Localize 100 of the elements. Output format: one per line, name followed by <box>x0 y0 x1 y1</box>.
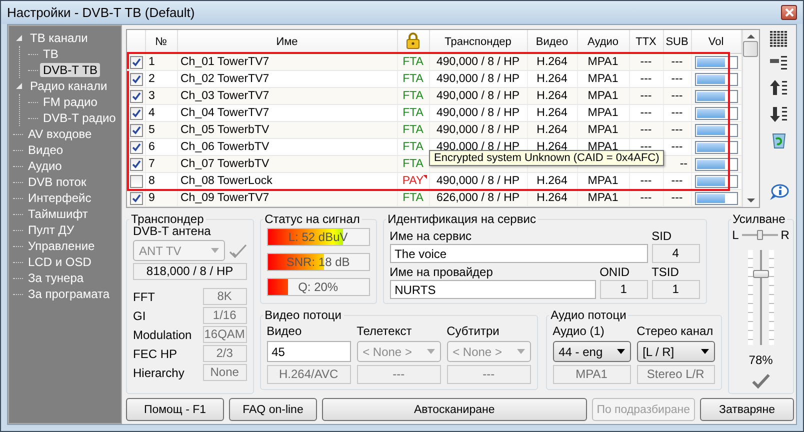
provider-field[interactable]: NURTS <box>390 280 596 299</box>
info-field: H.264/AVC <box>266 365 351 384</box>
sidebar-item[interactable]: Аудио <box>25 159 65 173</box>
sidebar-item[interactable]: DVB поток <box>25 175 90 189</box>
field-label: Име на провайдер <box>390 264 494 278</box>
column-header[interactable]: Vol <box>691 30 741 54</box>
sidebar-item[interactable]: ТВ канали <box>27 31 91 45</box>
input-field[interactable]: 45 <box>266 341 351 362</box>
field-label: Видео <box>266 324 303 338</box>
dropdown[interactable]: 44 - eng <box>552 341 631 362</box>
sidebar-item[interactable]: DVB-T ТВ <box>40 63 100 77</box>
table-cell: H.264 <box>527 122 577 138</box>
column-header[interactable]: Аудио <box>577 30 629 54</box>
table-cell: 490,000 / 8 / HP <box>429 54 527 70</box>
table-cell: --- <box>663 172 691 190</box>
sidebar-item[interactable]: Интерфейс <box>25 191 94 205</box>
sidebar-item[interactable]: За програмата <box>25 287 113 301</box>
access-label: FTA <box>402 192 424 204</box>
checkbox[interactable] <box>130 90 143 102</box>
move-down-icon[interactable] <box>770 105 788 123</box>
field-label: FFT <box>133 290 155 304</box>
volume-reading: 78% <box>748 353 773 368</box>
access-label: FTA <box>402 107 424 119</box>
table-cell: --- <box>663 54 691 70</box>
checkbox[interactable] <box>130 174 143 188</box>
table-cell: MPA1 <box>577 88 629 104</box>
table-cell: 7 <box>145 156 177 172</box>
scrollbar[interactable] <box>742 30 758 207</box>
checkbox[interactable] <box>130 158 143 170</box>
checkbox[interactable] <box>130 72 143 86</box>
button[interactable]: Помощ - F1 <box>126 398 224 421</box>
sidebar-item[interactable]: Таймшифт <box>25 207 91 221</box>
column-header[interactable]: Видео <box>527 30 577 54</box>
checkbox[interactable] <box>130 56 143 68</box>
checkbox[interactable] <box>130 192 143 204</box>
field-label: DVB-T антена <box>133 224 212 238</box>
sidebar-item[interactable]: За тунера <box>25 271 87 285</box>
scroll-up-icon[interactable] <box>746 34 754 39</box>
field-label: Субтитри <box>446 324 500 338</box>
checkbox[interactable] <box>130 106 143 120</box>
table-cell: H.264 <box>527 54 577 70</box>
sid-field: 4 <box>652 244 700 263</box>
table-cell: Ch_07 TowerbTV <box>177 156 397 172</box>
recycle-bin-icon[interactable] <box>770 131 786 149</box>
checkbox[interactable] <box>130 124 143 136</box>
table-cell: 490,000 / 8 / HP <box>429 122 527 138</box>
slider-thumb[interactable] <box>752 270 769 278</box>
panel-title: Статус на сигнал <box>264 212 361 226</box>
info-field: --- <box>356 365 441 384</box>
field-label: Hierarchy <box>133 366 184 380</box>
value-field: 2/3 <box>202 345 247 362</box>
list-icon[interactable] <box>770 55 788 71</box>
table-cell: --- <box>629 54 663 70</box>
column-header[interactable]: Транспондер <box>429 30 527 54</box>
button[interactable]: Затваряне <box>700 398 794 421</box>
frequency-field: 818,000 / 8 / HP <box>133 263 247 280</box>
table-cell: 490,000 / 8 / HP <box>429 172 527 190</box>
field-label: Телетекст <box>356 324 413 338</box>
table-cell: --- <box>629 172 663 190</box>
scroll-down-icon[interactable] <box>746 198 754 203</box>
column-header[interactable]: Име <box>177 30 397 54</box>
field-label: Име на сервис <box>390 228 473 242</box>
move-up-icon[interactable] <box>770 79 788 97</box>
checkbox[interactable] <box>130 140 143 154</box>
button[interactable]: FAQ on-line <box>229 398 317 421</box>
slider-thumb[interactable] <box>756 230 763 240</box>
sidebar-item[interactable]: Пулт ДУ <box>25 223 78 237</box>
grid-icon[interactable] <box>770 31 788 47</box>
service-name-field[interactable]: The voice <box>390 244 648 263</box>
button[interactable]: Автосканиране <box>322 398 587 421</box>
table-cell: Ch_01 TowerTV7 <box>177 54 397 70</box>
sidebar-item[interactable]: Радио канали <box>27 79 110 93</box>
sidebar-item[interactable]: Видео <box>25 143 66 157</box>
dropdown[interactable]: [L / R] <box>636 341 715 362</box>
checkmark-icon[interactable] <box>228 242 247 258</box>
caret-icon[interactable] <box>700 349 709 354</box>
tsid-field: 1 <box>652 280 700 299</box>
sidebar-item[interactable]: Управление <box>25 239 98 253</box>
table-cell: MPA1 <box>577 54 629 70</box>
table-cell: Ch_05 TowerbTV <box>177 122 397 138</box>
panel-title: Транспондер <box>130 212 205 226</box>
table-cell: H.264 <box>527 88 577 104</box>
sidebar-item[interactable]: LCD и OSD <box>25 255 94 269</box>
close-button[interactable] <box>781 5 797 20</box>
value-field: 8K <box>202 288 247 305</box>
table-cell: 1 <box>145 54 177 70</box>
sidebar-item[interactable]: AV входове <box>25 127 95 141</box>
info-icon[interactable] <box>768 183 788 201</box>
close-icon <box>784 8 794 17</box>
table-cell: --- <box>663 88 691 104</box>
sidebar-item[interactable]: FM радио <box>40 95 100 109</box>
table-cell: MPA1 <box>577 172 629 190</box>
sidebar-item[interactable]: ТВ <box>40 47 62 61</box>
panel-title: Идентификация на сервис <box>386 212 537 226</box>
info-field: Stereo L/R <box>636 365 715 384</box>
checkmark-icon[interactable] <box>752 373 770 389</box>
scroll-thumb[interactable] <box>743 41 758 57</box>
lock-icon[interactable] <box>406 32 420 48</box>
sidebar-item[interactable]: DVB-T радио <box>40 111 119 125</box>
caret-icon[interactable] <box>616 349 625 354</box>
